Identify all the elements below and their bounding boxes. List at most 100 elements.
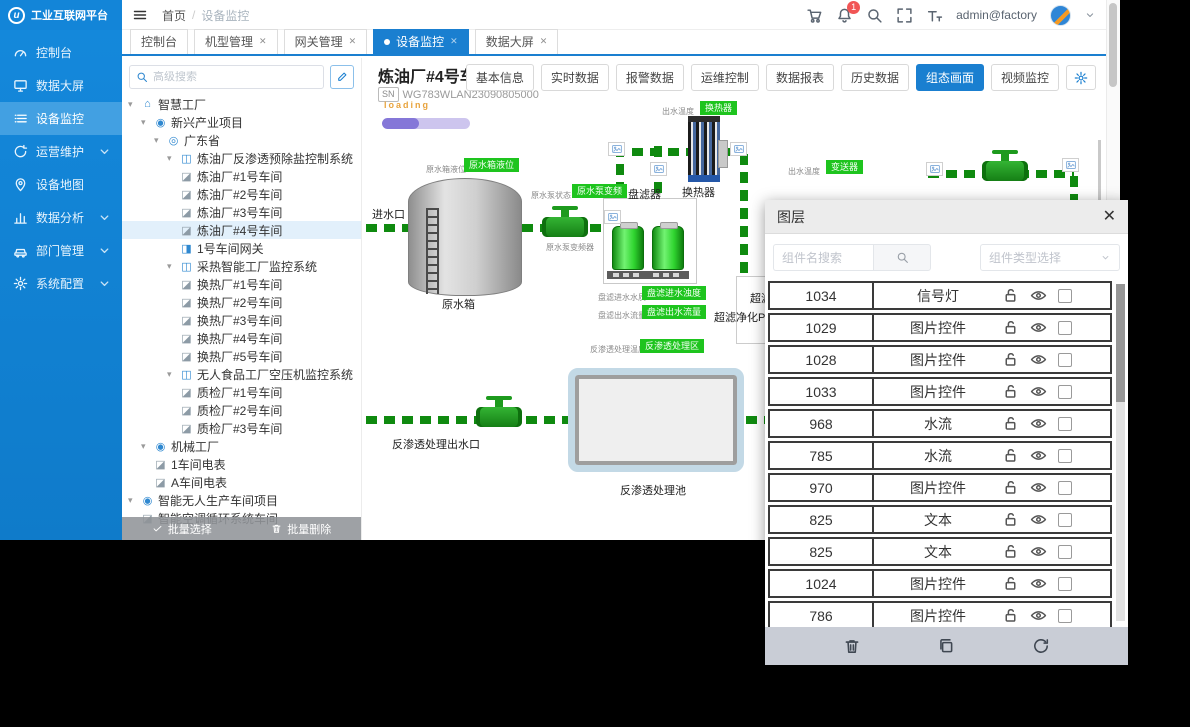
user-menu-caret-icon[interactable] xyxy=(1084,9,1096,21)
tree-node[interactable]: ▾ ◫ 无人食品工厂空压机监控系统 xyxy=(122,365,361,383)
tab-close-icon[interactable]: ✕ xyxy=(450,36,458,47)
tree-caret-icon[interactable]: ▾ xyxy=(154,135,163,146)
tree-node[interactable]: ▾ ◪ 质检厂#1号车间 xyxy=(122,383,361,401)
lock-icon[interactable] xyxy=(1002,543,1019,560)
tab-close-icon[interactable]: ✕ xyxy=(349,36,357,47)
eye-icon[interactable] xyxy=(1030,479,1047,496)
tree-node[interactable]: ▾ ◪ 质检厂#3号车间 xyxy=(122,419,361,437)
layer-checkbox[interactable] xyxy=(1058,449,1072,463)
layer-checkbox[interactable] xyxy=(1058,513,1072,527)
header-action-icon[interactable]: 1 xyxy=(836,7,853,24)
tree-caret-icon[interactable]: ▾ xyxy=(128,495,137,506)
component-type-select[interactable]: 组件类型选择 xyxy=(980,244,1120,271)
layer-row[interactable]: 1034 信号灯 xyxy=(768,281,1112,310)
tree-node[interactable]: ▾ ◪ 1车间电表 xyxy=(122,455,361,473)
header-action-icon[interactable] xyxy=(806,7,823,24)
sidebar-item[interactable]: 设备地图 xyxy=(0,168,122,201)
nav-tab[interactable]: 设备监控 ✕ xyxy=(373,29,469,54)
lock-icon[interactable] xyxy=(1002,287,1019,304)
tab-close-icon[interactable]: ✕ xyxy=(540,36,548,47)
tree-search-input[interactable] xyxy=(153,71,317,83)
tree-node[interactable]: ▾ ◉ 新兴产业项目 xyxy=(122,113,361,131)
lock-icon[interactable] xyxy=(1002,479,1019,496)
layer-row[interactable]: 1028 图片控件 xyxy=(768,345,1112,374)
eye-icon[interactable] xyxy=(1030,511,1047,528)
lock-icon[interactable] xyxy=(1002,383,1019,400)
panel-footer-icon[interactable] xyxy=(1032,637,1050,655)
sidebar-item[interactable]: 数据大屏 xyxy=(0,69,122,102)
layer-row[interactable]: 1024 图片控件 xyxy=(768,569,1112,598)
tab-close-icon[interactable]: ✕ xyxy=(259,36,267,47)
tree-node[interactable]: ▾ ◪ 换热厂#1号车间 xyxy=(122,275,361,293)
eye-icon[interactable] xyxy=(1030,319,1047,336)
avatar[interactable] xyxy=(1050,5,1071,26)
tree-node[interactable]: ▾ ◫ 炼油厂反渗透预除盐控制系统 xyxy=(122,149,361,167)
eye-icon[interactable] xyxy=(1030,447,1047,464)
tree-caret-icon[interactable]: ▾ xyxy=(141,441,150,452)
eye-icon[interactable] xyxy=(1030,383,1047,400)
layer-row[interactable]: 1029 图片控件 xyxy=(768,313,1112,342)
layer-checkbox[interactable] xyxy=(1058,545,1072,559)
layer-row[interactable]: 786 图片控件 xyxy=(768,601,1112,630)
hamburger-icon[interactable] xyxy=(132,7,148,23)
tree-caret-icon[interactable]: ▾ xyxy=(141,117,150,128)
lock-icon[interactable] xyxy=(1002,319,1019,336)
tree-node[interactable]: ▾ ◪ 换热厂#3号车间 xyxy=(122,311,361,329)
tree-node[interactable]: ▾ ⌂ 智慧工厂 xyxy=(122,95,361,113)
component-search-input[interactable] xyxy=(773,244,873,271)
batch-select-button[interactable]: 批量选择 xyxy=(122,517,242,540)
nav-tab[interactable]: 网关管理 ✕ xyxy=(284,29,368,54)
window-scrollbar-thumb[interactable] xyxy=(1109,3,1117,87)
eye-icon[interactable] xyxy=(1030,287,1047,304)
layers-scrollbar[interactable] xyxy=(1116,284,1125,621)
tree-node[interactable]: ▾ ◪ 炼油厂#4号车间 xyxy=(122,221,361,239)
layer-checkbox[interactable] xyxy=(1058,385,1072,399)
layer-checkbox[interactable] xyxy=(1058,417,1072,431)
sidebar-item[interactable]: 设备监控 xyxy=(0,102,122,135)
tree-node[interactable]: ▾ ◫ 采热智能工厂监控系统 xyxy=(122,257,361,275)
breadcrumb-home[interactable]: 首页 xyxy=(162,7,186,24)
tree-node[interactable]: ▾ ◪ 换热厂#2号车间 xyxy=(122,293,361,311)
eye-icon[interactable] xyxy=(1030,543,1047,560)
tree-node[interactable]: ▾ ◪ 炼油厂#2号车间 xyxy=(122,185,361,203)
lock-icon[interactable] xyxy=(1002,351,1019,368)
tree-node[interactable]: ▾ ◪ 换热厂#5号车间 xyxy=(122,347,361,365)
lock-icon[interactable] xyxy=(1002,607,1019,624)
tree-node[interactable]: ▾ ◪ 炼油厂#1号车间 xyxy=(122,167,361,185)
lock-icon[interactable] xyxy=(1002,575,1019,592)
layer-checkbox[interactable] xyxy=(1058,481,1072,495)
layer-checkbox[interactable] xyxy=(1058,289,1072,303)
tree-caret-icon[interactable]: ▾ xyxy=(167,261,176,272)
sidebar-item[interactable]: 数据分析 xyxy=(0,201,122,234)
lock-icon[interactable] xyxy=(1002,511,1019,528)
eye-icon[interactable] xyxy=(1030,415,1047,432)
sidebar-item[interactable]: 控制台 xyxy=(0,36,122,69)
eye-icon[interactable] xyxy=(1030,607,1047,624)
nav-tab[interactable]: 控制台 ✕ xyxy=(130,29,188,54)
tree-caret-icon[interactable]: ▾ xyxy=(128,99,137,110)
tree-caret-icon[interactable]: ▾ xyxy=(167,369,176,380)
layer-row[interactable]: 825 文本 xyxy=(768,537,1112,566)
tree-edit-button[interactable] xyxy=(330,65,354,89)
tree-node[interactable]: ▾ ◪ 质检厂#2号车间 xyxy=(122,401,361,419)
batch-delete-button[interactable]: 批量删除 xyxy=(242,517,362,540)
sidebar-item[interactable]: 部门管理 xyxy=(0,234,122,267)
lock-icon[interactable] xyxy=(1002,415,1019,432)
tree-caret-icon[interactable]: ▾ xyxy=(167,153,176,164)
layer-checkbox[interactable] xyxy=(1058,609,1072,623)
tree-node[interactable]: ▾ ◨ 1号车间网关 xyxy=(122,239,361,257)
lock-icon[interactable] xyxy=(1002,447,1019,464)
tree-node[interactable]: ▾ ◪ 炼油厂#3号车间 xyxy=(122,203,361,221)
layer-checkbox[interactable] xyxy=(1058,321,1072,335)
component-search-button[interactable] xyxy=(873,244,931,271)
layer-row[interactable]: 785 水流 xyxy=(768,441,1112,470)
panel-footer-icon[interactable] xyxy=(843,637,861,655)
panel-footer-icon[interactable] xyxy=(937,637,955,655)
eye-icon[interactable] xyxy=(1030,575,1047,592)
tree-node[interactable]: ▾ ◉ 机械工厂 xyxy=(122,437,361,455)
sidebar-item[interactable]: 系统配置 xyxy=(0,267,122,300)
layer-checkbox[interactable] xyxy=(1058,353,1072,367)
layer-row[interactable]: 970 图片控件 xyxy=(768,473,1112,502)
nav-tab[interactable]: 数据大屏 ✕ xyxy=(475,29,559,54)
layer-row[interactable]: 968 水流 xyxy=(768,409,1112,438)
